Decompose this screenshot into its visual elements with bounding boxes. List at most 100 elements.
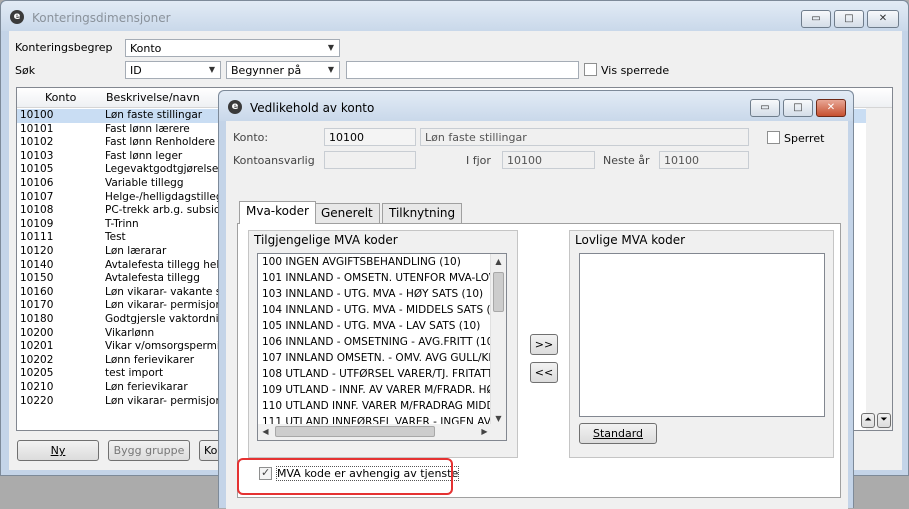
close-icon[interactable]: ✕ xyxy=(816,99,846,117)
minimize-icon[interactable]: ▭ xyxy=(750,99,780,117)
maximize-icon[interactable]: □ xyxy=(834,10,864,28)
dialog-title: Vedlikehold av konto xyxy=(250,101,375,115)
scroll-down-button[interactable]: ⏷ xyxy=(877,413,891,428)
cell-beskrivelse: Avtalefesta tillegg xyxy=(105,272,200,285)
cell-beskrivelse: Løn vikarar- permisjon m xyxy=(105,394,236,407)
bygg-gruppe-label: Bygg gruppe xyxy=(113,444,185,457)
cell-konto: 10140 xyxy=(20,258,54,271)
tab-mva-koder[interactable]: Mva-koder xyxy=(239,201,316,224)
vedlikehold-dialog: e Vedlikehold av konto ▭ □ ✕ Konto: 1010… xyxy=(218,90,854,509)
tab-tilknytning-label: Tilknytning xyxy=(389,206,456,220)
cell-konto: 10180 xyxy=(20,313,54,325)
minimize-icon[interactable]: ▭ xyxy=(801,10,831,28)
bygg-gruppe-button[interactable]: Bygg gruppe xyxy=(108,440,190,461)
allowed-mva-list[interactable] xyxy=(579,253,825,417)
list-item[interactable]: 103 INNLAND - UTG. MVA - HØY SATS (10) xyxy=(262,288,483,300)
column-header-beskrivelse[interactable]: Beskrivelse/navn xyxy=(106,91,200,104)
cell-beskrivelse: Vikarlønn xyxy=(105,326,155,339)
dialog-content: Konto: 10100 Løn faste stillingar Sperre… xyxy=(226,121,848,509)
chevron-down-icon: ▼ xyxy=(208,65,216,74)
sok-match-value: Begynner på xyxy=(231,64,302,77)
column-header-konto[interactable]: Konto xyxy=(45,91,76,104)
konteringsbegrep-select[interactable]: Konto ▼ xyxy=(125,39,340,57)
dialog-titlebar: e Vedlikehold av konto ▭ □ ✕ xyxy=(219,91,853,121)
sok-label: Søk xyxy=(15,64,36,77)
close-icon[interactable]: ✕ xyxy=(867,10,899,28)
available-mva-list[interactable]: 100 INGEN AVGIFTSBEHANDLING (10) 101 INNL… xyxy=(257,253,507,441)
cell-konto: 10170 xyxy=(20,299,54,312)
main-titlebar: e Konteringsdimensjoner ▭ □ ✕ xyxy=(1,1,908,31)
cell-beskrivelse: Løn lærarar xyxy=(105,245,167,257)
cell-konto: 10107 xyxy=(20,190,54,203)
cell-beskrivelse: Helge-/helligdagstillegg xyxy=(105,190,230,203)
list-item[interactable]: 105 INNLAND - UTG. MVA - LAV SATS (10) xyxy=(262,320,480,332)
list-item[interactable]: 109 UTLAND - INNF. AV VARER M/FRADR. HØY xyxy=(262,384,501,396)
cell-beskrivelse: Lønn ferievikarer xyxy=(105,353,195,366)
cell-konto: 10205 xyxy=(20,367,54,380)
i-fjor-field: 10100 xyxy=(502,151,595,169)
scroll-left-arrow-icon[interactable]: ◀ xyxy=(258,424,273,439)
cell-konto: 10109 xyxy=(20,217,54,230)
list-item[interactable]: 100 INGEN AVGIFTSBEHANDLING (10) xyxy=(262,256,461,268)
list-item[interactable]: 104 INNLAND - UTG. MVA - MIDDELS SATS (1… xyxy=(262,304,506,316)
scroll-thumb[interactable] xyxy=(493,272,504,312)
kontoansvarlig-label: Kontoansvarlig xyxy=(233,154,315,167)
ny-button[interactable]: Ny xyxy=(17,440,99,461)
sok-match-select[interactable]: Begynner på ▼ xyxy=(226,61,340,79)
list-item[interactable]: 101 INNLAND - OMSETN. UTENFOR MVA-LOV (1… xyxy=(262,272,506,284)
cell-beskrivelse: Variable tillegg xyxy=(105,177,184,189)
cell-beskrivelse: Avtalefesta tillegg helg/ xyxy=(105,258,230,271)
tab-mva-koder-label: Mva-koder xyxy=(246,204,309,218)
cell-beskrivelse: Løn vikarar- vakante stil xyxy=(105,285,232,298)
cell-beskrivelse: Fast lønn lærere xyxy=(105,122,190,135)
konto-navn-field: Løn faste stillingar xyxy=(420,128,749,146)
cell-konto: 10111 xyxy=(20,231,54,244)
cell-beskrivelse: Test xyxy=(105,231,126,244)
sok-field-select[interactable]: ID ▼ xyxy=(125,61,221,79)
cell-konto: 10103 xyxy=(20,149,54,162)
scroll-up-button[interactable]: ⏶ xyxy=(861,413,875,428)
cell-konto: 10160 xyxy=(20,285,54,298)
cell-beskrivelse: Løn faste stillingar xyxy=(105,109,203,121)
hscroll-thumb[interactable] xyxy=(275,426,435,437)
available-vscroll[interactable]: ▲ ▼ xyxy=(490,254,506,426)
sperret-label: Sperret xyxy=(784,132,825,145)
move-left-button[interactable]: << xyxy=(530,362,558,383)
konto-field: 10100 xyxy=(324,128,416,146)
allowed-mva-group: Lovlige MVA koder Standard xyxy=(569,230,834,458)
kontoansvarlig-field xyxy=(324,151,416,169)
cell-beskrivelse: test import xyxy=(105,367,164,380)
chevron-down-icon: ▼ xyxy=(327,65,335,74)
list-item[interactable]: 106 INNLAND - OMSETNING - AVG.FRITT (10) xyxy=(262,336,497,348)
cell-beskrivelse: Fast lønn leger xyxy=(105,149,183,162)
list-item[interactable]: 107 INNLAND OMSETN. - OMV. AVG GULL/KLIM… xyxy=(262,352,506,364)
tab-tilknytning[interactable]: Tilknytning xyxy=(382,203,463,224)
cell-konto: 10150 xyxy=(20,272,54,285)
app-icon: e xyxy=(228,100,242,114)
available-hscroll[interactable]: ◀ ▶ xyxy=(258,424,492,440)
list-item[interactable]: 108 UTLAND - UTFØRSEL VARER/TJ. FRITATT … xyxy=(262,368,505,380)
vis-sperrede-checkbox[interactable] xyxy=(584,63,597,76)
sok-text-input[interactable] xyxy=(346,61,579,79)
neste-ar-field: 10100 xyxy=(659,151,749,169)
cell-beskrivelse: Godtgjersle vaktordning xyxy=(105,313,232,325)
allowed-mva-title: Lovlige MVA koder xyxy=(575,233,686,247)
cell-beskrivelse: Legevaktgodtgjørelse xyxy=(105,163,219,176)
ny-button-label: Ny xyxy=(50,444,66,457)
cell-beskrivelse: Løn vikarar- permisjon u xyxy=(105,299,233,312)
vis-sperrede-label: Vis sperrede xyxy=(601,64,670,77)
standard-button[interactable]: Standard xyxy=(579,423,657,444)
available-mva-title: Tilgjengelige MVA koder xyxy=(254,233,398,247)
cell-konto: 10120 xyxy=(20,245,54,257)
cell-konto: 10100 xyxy=(20,109,54,121)
scroll-up-arrow-icon[interactable]: ▲ xyxy=(491,254,506,269)
cell-konto: 10201 xyxy=(20,340,54,353)
move-right-button[interactable]: >> xyxy=(530,334,558,355)
cell-beskrivelse: T-Trinn xyxy=(105,217,139,230)
sperret-checkbox[interactable] xyxy=(767,131,780,144)
maximize-icon[interactable]: □ xyxy=(783,99,813,117)
list-item[interactable]: 110 UTLAND INNF. VARER M/FRADRAG MIDD. xyxy=(262,400,498,412)
sok-field-value: ID xyxy=(130,64,142,77)
cell-konto: 10108 xyxy=(20,204,54,217)
tab-generelt[interactable]: Generelt xyxy=(314,203,380,224)
